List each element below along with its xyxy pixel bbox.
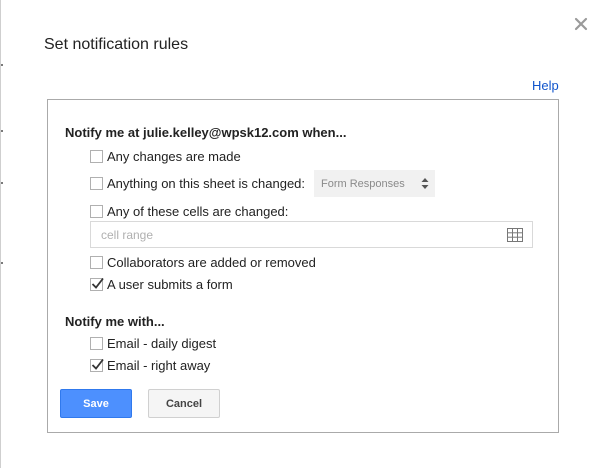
any-changes-checkbox[interactable] — [90, 149, 103, 163]
option-collaborators[interactable]: Collaborators are added or removed — [90, 254, 316, 270]
option-label: Collaborators are added or removed — [107, 254, 316, 270]
edge-mark — [1, 262, 3, 264]
range-grid-icon[interactable] — [507, 228, 523, 247]
option-sheet-changed[interactable]: Anything on this sheet is changed: — [90, 175, 305, 191]
form-submit-checkbox[interactable] — [90, 277, 104, 291]
option-label: Any changes are made — [107, 148, 241, 164]
option-label: Email - daily digest — [107, 335, 217, 351]
cancel-button[interactable]: Cancel — [148, 389, 220, 418]
option-label: Email - right away — [107, 357, 211, 373]
notify-with-heading: Notify me with... — [65, 314, 165, 329]
select-arrows-icon — [421, 177, 429, 193]
right-away-checkbox[interactable] — [90, 358, 104, 372]
help-link[interactable]: Help — [532, 78, 559, 93]
sheet-select[interactable]: Form Responses — [314, 170, 435, 197]
dialog-title: Set notification rules — [44, 36, 189, 53]
checkmark-icon — [91, 277, 104, 289]
option-label: A user submits a form — [107, 276, 233, 292]
daily-digest-checkbox[interactable] — [90, 336, 103, 350]
sheet-changed-checkbox[interactable] — [90, 176, 103, 190]
collaborators-checkbox[interactable] — [90, 255, 103, 269]
edge-mark — [1, 130, 3, 132]
close-icon[interactable] — [572, 15, 590, 33]
option-any-changes[interactable]: Any changes are made — [90, 148, 241, 164]
option-cells-changed[interactable]: Any of these cells are changed: — [90, 203, 288, 219]
sheet-select-value: Form Responses — [321, 177, 405, 190]
notify-when-heading: Notify me at julie.kelley@wpsk12.com whe… — [65, 125, 347, 140]
option-form-submit[interactable]: A user submits a form — [90, 276, 233, 292]
cell-range-input[interactable] — [99, 227, 493, 243]
notification-rules-dialog: Set notification rules Help Notify me at… — [0, 0, 603, 468]
cells-changed-checkbox[interactable] — [90, 204, 103, 218]
edge-mark — [1, 64, 3, 66]
option-right-away[interactable]: Email - right away — [90, 357, 210, 373]
checkmark-icon — [91, 358, 104, 370]
cell-range-field[interactable] — [90, 221, 533, 248]
option-label: Anything on this sheet is changed: — [107, 175, 306, 191]
edge-mark — [1, 182, 3, 184]
option-daily-digest[interactable]: Email - daily digest — [90, 335, 216, 351]
save-button[interactable]: Save — [60, 389, 132, 418]
option-label: Any of these cells are changed: — [107, 203, 289, 219]
